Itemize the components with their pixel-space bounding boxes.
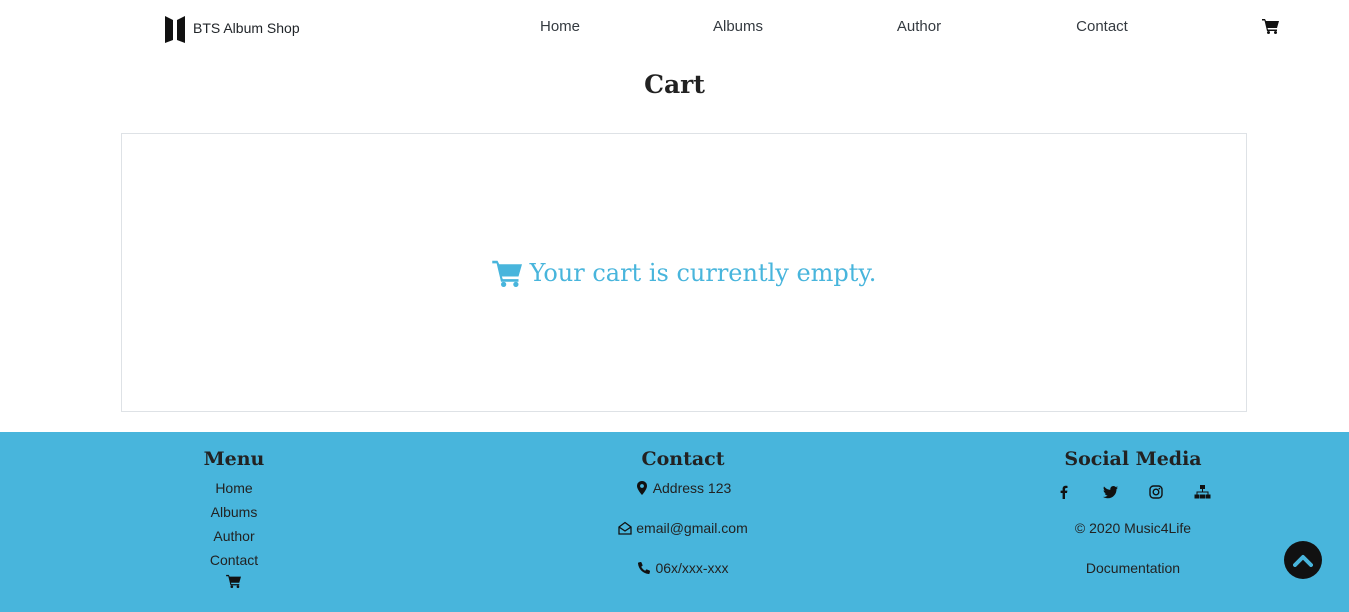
cart-container: Your cart is currently empty. xyxy=(121,133,1247,412)
footer: Menu Home Albums Author Contact Contact … xyxy=(0,432,1349,612)
footer-social-column: Social Media © 2020 Music4Life Documenta… xyxy=(1033,448,1233,576)
footer-contact-heading: Contact xyxy=(641,448,725,470)
footer-link-author[interactable]: Author xyxy=(134,524,334,548)
footer-email-text: email@gmail.com xyxy=(636,520,748,536)
footer-address: Address 123 xyxy=(533,476,833,500)
scroll-to-top-button[interactable] xyxy=(1284,541,1322,579)
top-navbar: BTS Album Shop Home Albums Author Contac… xyxy=(0,0,1349,54)
footer-link-contact[interactable]: Contact xyxy=(134,548,334,572)
footer-email[interactable]: email@gmail.com xyxy=(533,516,833,540)
nav-link-albums[interactable]: Albums xyxy=(713,18,763,35)
shopping-cart-icon[interactable] xyxy=(226,574,242,588)
footer-menu-heading: Menu xyxy=(203,448,265,470)
instagram-icon[interactable] xyxy=(1144,482,1168,502)
nav-link-home[interactable]: Home xyxy=(540,18,580,35)
footer-phone[interactable]: 06x/xxx-xxx xyxy=(533,556,833,580)
footer-link-albums[interactable]: Albums xyxy=(134,500,334,524)
footer-menu-column: Menu Home Albums Author Contact xyxy=(134,448,334,588)
bts-logo-icon xyxy=(165,16,185,43)
documentation-link[interactable]: Documentation xyxy=(1033,560,1233,576)
empty-cart-message: Your cart is currently empty. xyxy=(491,258,877,287)
nav-link-contact[interactable]: Contact xyxy=(1076,18,1128,35)
map-marker-icon xyxy=(636,481,647,495)
footer-contact-column: Contact Address 123 email@gmail.com 06x/… xyxy=(533,448,833,580)
nav-link-author[interactable]: Author xyxy=(897,18,941,35)
shopping-cart-icon[interactable] xyxy=(1262,18,1280,34)
footer-phone-text: 06x/xxx-xxx xyxy=(655,560,729,576)
footer-link-home[interactable]: Home xyxy=(134,476,334,500)
copyright-text: © 2020 Music4Life xyxy=(1074,520,1192,536)
brand-link[interactable]: BTS Album Shop xyxy=(165,13,300,43)
twitter-icon[interactable] xyxy=(1098,482,1122,502)
sitemap-icon[interactable] xyxy=(1190,482,1214,502)
facebook-icon[interactable] xyxy=(1052,482,1076,502)
envelope-open-icon xyxy=(618,521,632,535)
social-icons xyxy=(1033,480,1233,504)
page-title: Cart xyxy=(644,70,705,99)
empty-cart-text: Your cart is currently empty. xyxy=(529,258,877,287)
footer-address-text: Address 123 xyxy=(652,480,732,496)
footer-social-heading: Social Media xyxy=(1064,448,1202,470)
shopping-cart-icon xyxy=(491,260,522,287)
phone-icon xyxy=(638,561,651,575)
brand-name: BTS Album Shop xyxy=(193,20,300,36)
chevron-up-icon xyxy=(1293,555,1313,567)
